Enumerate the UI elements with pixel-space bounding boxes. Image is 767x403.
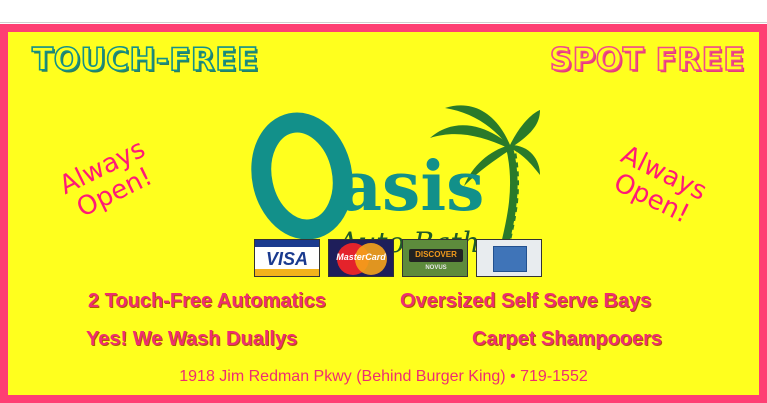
discover-sub-label: NOVUS	[425, 265, 447, 271]
payment-cards: VISA MasterCard DISCOVER NOVUS	[254, 239, 542, 279]
oasis-auto-bath-ad: TOUCH-FREE SPOT FREE Always Open! Always…	[0, 24, 767, 403]
visa-card-icon: VISA	[254, 239, 320, 277]
discover-card-icon: DISCOVER NOVUS	[402, 239, 468, 277]
mastercard-icon: MasterCard	[328, 239, 394, 277]
feature-duallys: Yes! We Wash Duallys	[86, 328, 298, 350]
always-open-right: Always Open!	[604, 140, 711, 231]
discover-label: DISCOVER	[415, 250, 457, 259]
feature-self-serve-bays: Oversized Self Serve Bays	[400, 290, 652, 312]
always-open-left: Always Open!	[55, 134, 161, 225]
amex-card-icon	[476, 239, 542, 277]
previous-ad-edge	[0, 0, 767, 23]
address-phone: 1918 Jim Redman Pkwy (Behind Burger King…	[179, 368, 588, 385]
logo-word: asis	[338, 147, 484, 227]
feature-carpet-shampooers: Carpet Shampooers	[472, 328, 663, 350]
visa-label: VISA	[265, 249, 308, 269]
mastercard-label: MasterCard	[336, 252, 386, 262]
ad-inner-panel: TOUCH-FREE SPOT FREE Always Open! Always…	[8, 32, 759, 395]
spot-free-headline: SPOT FREE	[549, 41, 745, 79]
touch-free-headline: TOUCH-FREE	[31, 41, 259, 79]
feature-touch-free-automatics: 2 Touch-Free Automatics	[88, 290, 326, 312]
